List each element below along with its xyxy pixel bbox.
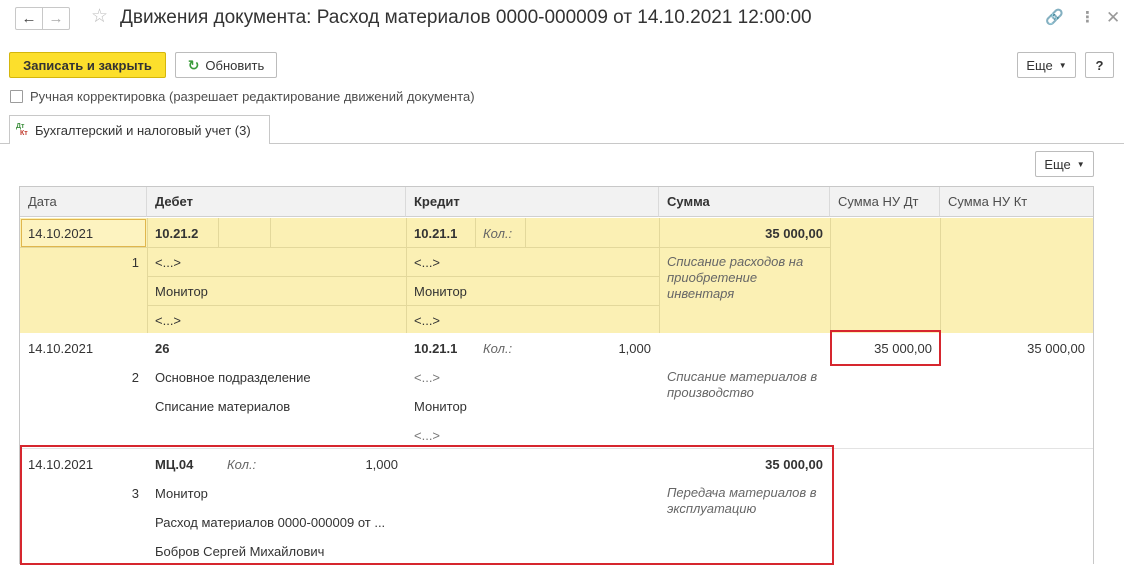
- row-number: 1: [131, 255, 139, 270]
- debit-subconto-1: <...>: [155, 255, 182, 270]
- credit-qty-label: Кол.:: [483, 341, 513, 356]
- debit-subconto-3: <...>: [155, 313, 182, 328]
- close-icon[interactable]: ✕: [1106, 9, 1120, 27]
- manual-correction-row[interactable]: Ручная корректировка (разрешает редактир…: [10, 89, 475, 104]
- credit-qty-label: Кол.:: [483, 226, 513, 241]
- debit-account: 10.21.2: [155, 226, 199, 241]
- back-button[interactable]: ←: [15, 7, 43, 30]
- credit-subconto-3: <...>: [414, 428, 441, 443]
- debit-subconto-2: Монитор: [155, 284, 208, 299]
- debit-credit-icon: Дт Кт: [16, 123, 28, 137]
- refresh-label: Обновить: [205, 57, 265, 73]
- more-menu-icon[interactable]: ⋮: [1080, 9, 1095, 27]
- row-number: 2: [131, 370, 139, 385]
- credit-qty: 1,000: [618, 341, 651, 356]
- column-header-sum-nu-dt[interactable]: Сумма НУ Дт: [830, 187, 940, 217]
- column-header-sum[interactable]: Сумма: [659, 187, 830, 217]
- credit-account: 10.21.1: [414, 226, 458, 241]
- grid-more-label: Еще: [1044, 156, 1071, 172]
- debit-subconto-1: Основное подразделение: [155, 370, 311, 385]
- window-title: Движения документа: Расход материалов 00…: [120, 7, 812, 28]
- arrow-right-icon: →: [48, 10, 64, 27]
- grid-more-button[interactable]: Еще ▼: [1035, 151, 1094, 177]
- row-content: Списание расходов на приобретение инвент…: [667, 254, 804, 301]
- arrow-left-icon: ←: [21, 10, 37, 27]
- window-titlebar: ← → ☆ Движения документа: Расход материа…: [0, 0, 1124, 38]
- favorite-star-icon[interactable]: ☆: [91, 6, 108, 28]
- highlight-box-row-3: [20, 445, 834, 565]
- save-and-close-button[interactable]: Записать и закрыть: [9, 52, 166, 78]
- credit-subconto-3: <...>: [414, 313, 441, 328]
- forward-button[interactable]: →: [42, 7, 70, 30]
- credit-subconto-1: <...>: [414, 255, 441, 270]
- refresh-button[interactable]: ↻ Обновить: [175, 52, 277, 78]
- dropdown-arrow-icon: ▼: [1058, 60, 1067, 70]
- more-button[interactable]: Еще ▼: [1017, 52, 1076, 78]
- debit-subconto-2: Списание материалов: [155, 399, 291, 414]
- refresh-icon: ↻: [187, 56, 200, 73]
- tab-gap: [10, 143, 269, 144]
- column-header-debit[interactable]: Дебет: [147, 187, 406, 217]
- credit-subconto-2: Монитор: [414, 399, 467, 414]
- column-header-date[interactable]: Дата: [20, 187, 147, 217]
- column-header-credit[interactable]: Кредит: [406, 187, 659, 217]
- row-content: Списание материалов в производство: [667, 369, 818, 400]
- tab-accounting[interactable]: Дт Кт Бухгалтерский и налоговый учет (3): [9, 115, 270, 144]
- help-button[interactable]: ?: [1085, 52, 1114, 78]
- row-sum: 35 000,00: [765, 226, 823, 241]
- tab-accounting-label: Бухгалтерский и налоговый учет (3): [35, 122, 251, 138]
- credit-subconto-2: Монитор: [414, 284, 467, 299]
- credit-subconto-1: <...>: [414, 370, 441, 385]
- credit-account: 10.21.1: [414, 341, 458, 356]
- row-sum-nu-kt: 35 000,00: [1027, 341, 1085, 356]
- link-icon[interactable]: 🔗: [1045, 9, 1064, 27]
- manual-correction-label: Ручная корректировка (разрешает редактир…: [30, 89, 475, 104]
- column-header-sum-nu-kt[interactable]: Сумма НУ Кт: [940, 187, 1093, 217]
- highlight-box-sum-nu-dt: [830, 330, 941, 366]
- row-date: 14.10.2021: [28, 341, 94, 356]
- manual-correction-checkbox[interactable]: [10, 90, 23, 103]
- debit-account: 26: [155, 341, 170, 356]
- more-label: Еще: [1026, 57, 1053, 73]
- row-date: 14.10.2021: [28, 226, 94, 241]
- table-row[interactable]: 14.10.2021 1 10.21.2 <...> Монитор <...>…: [20, 218, 1093, 333]
- dropdown-arrow-icon: ▼: [1076, 159, 1085, 169]
